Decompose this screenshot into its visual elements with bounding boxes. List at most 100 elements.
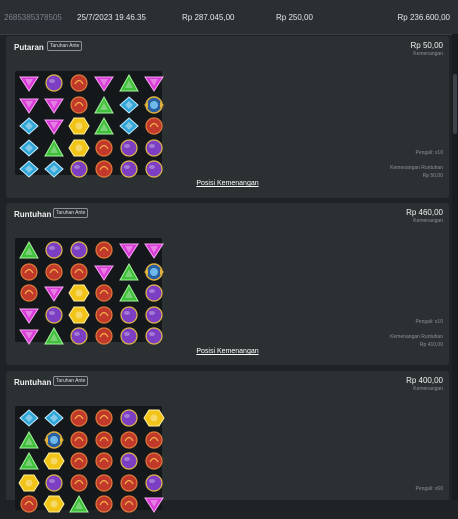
purple-gem-icon — [142, 305, 166, 325]
red-gem-icon — [67, 262, 91, 282]
panel-title: Runtuhan — [14, 210, 52, 219]
ante-bet-badge: Taruhan Ante — [53, 208, 89, 218]
blue-gem-icon — [117, 116, 141, 136]
magenta-gem-icon — [42, 95, 66, 115]
panel-win-label: Kemenangan — [413, 386, 443, 392]
purple-gem-icon — [117, 451, 141, 471]
purple-gem-icon — [117, 326, 141, 346]
red-gem-icon — [92, 138, 116, 158]
panel-win-amount: Rp 400,00 — [406, 376, 443, 385]
blue-gem-icon — [17, 159, 41, 179]
purple-gem-icon — [117, 408, 141, 428]
green-gem-icon — [17, 430, 41, 450]
red-gem-icon — [92, 451, 116, 471]
magenta-gem-icon — [142, 73, 166, 93]
yellow-gem-icon — [67, 116, 91, 136]
multiplier-text: Pengali: x10 — [415, 319, 443, 325]
green-gem-icon — [117, 283, 141, 303]
green-gem-icon — [42, 138, 66, 158]
blue-gem-icon — [42, 408, 66, 428]
transaction-id: 2685385378505 — [4, 13, 62, 22]
red-gem-icon — [67, 73, 91, 93]
yellow-gem-icon — [67, 305, 91, 325]
red-gem-icon — [117, 430, 141, 450]
purple-gem-icon — [67, 240, 91, 260]
red-gem-icon — [17, 283, 41, 303]
red-gem-icon — [92, 494, 116, 514]
blue-gem-icon — [17, 116, 41, 136]
orb-gem-icon — [142, 95, 166, 115]
winning-positions-link[interactable]: Posisi Kemenangan — [6, 180, 449, 187]
magenta-gem-icon — [17, 95, 41, 115]
red-gem-icon — [92, 326, 116, 346]
red-gem-icon — [142, 451, 166, 471]
red-gem-icon — [17, 262, 41, 282]
red-gem-icon — [117, 473, 141, 493]
purple-gem-icon — [67, 159, 91, 179]
yellow-gem-icon — [67, 138, 91, 158]
yellow-gem-icon — [42, 451, 66, 471]
ante-bet-badge: Taruhan Ante — [47, 41, 83, 51]
panel-title: Putaran — [14, 43, 44, 52]
scrollbar[interactable] — [452, 34, 458, 500]
purple-gem-icon — [142, 283, 166, 303]
cascade-win-value: Rp 50,00 — [422, 173, 443, 179]
blue-gem-icon — [117, 95, 141, 115]
purple-gem-icon — [142, 138, 166, 158]
red-gem-icon — [67, 95, 91, 115]
winning-positions-link[interactable]: Posisi Kemenangan — [6, 348, 449, 355]
purple-gem-icon — [67, 326, 91, 346]
orb-gem-icon — [142, 262, 166, 282]
green-gem-icon — [117, 73, 141, 93]
symbol-grid — [15, 406, 165, 513]
red-gem-icon — [142, 116, 166, 136]
multiplier-text: Pengali: x10 — [415, 150, 443, 156]
green-gem-icon — [92, 95, 116, 115]
round-datetime: 25/7/2023 19.46.35 — [77, 13, 146, 22]
purple-gem-icon — [42, 473, 66, 493]
red-gem-icon — [92, 240, 116, 260]
spin-panel: Putaran Taruhan Ante Rp 50,00 Kemenangan… — [6, 36, 449, 198]
magenta-gem-icon — [42, 116, 66, 136]
magenta-gem-icon — [17, 73, 41, 93]
magenta-gem-icon — [142, 240, 166, 260]
magenta-gem-icon — [17, 305, 41, 325]
win-amount: Rp 250,00 — [276, 13, 313, 22]
symbol-grid — [15, 238, 164, 345]
purple-gem-icon — [42, 240, 66, 260]
panel-title: Runtuhan — [14, 378, 52, 387]
magenta-gem-icon — [117, 240, 141, 260]
yellow-gem-icon — [42, 494, 66, 514]
cascade-panel: Runtuhan Taruhan Ante Rp 460,00 Kemenang… — [6, 203, 449, 365]
symbol-grid — [15, 71, 164, 178]
blue-gem-icon — [17, 408, 41, 428]
red-gem-icon — [17, 494, 41, 514]
purple-gem-icon — [142, 159, 166, 179]
purple-gem-icon — [142, 326, 166, 346]
purple-gem-icon — [42, 73, 66, 93]
scrollbar-thumb[interactable] — [453, 74, 457, 134]
yellow-gem-icon — [17, 473, 41, 493]
purple-gem-icon — [42, 305, 66, 325]
green-gem-icon — [17, 240, 41, 260]
red-gem-icon — [67, 408, 91, 428]
green-gem-icon — [117, 262, 141, 282]
red-gem-icon — [92, 283, 116, 303]
red-gem-icon — [117, 494, 141, 514]
purple-gem-icon — [142, 473, 166, 493]
magenta-gem-icon — [42, 283, 66, 303]
yellow-gem-icon — [67, 283, 91, 303]
red-gem-icon — [67, 473, 91, 493]
blue-gem-icon — [42, 159, 66, 179]
panel-win-amount: Rp 460,00 — [406, 208, 443, 217]
red-gem-icon — [67, 451, 91, 471]
cascade-panel: Runtuhan Taruhan Ante Rp 400,00 Kemenang… — [6, 371, 449, 513]
magenta-gem-icon — [92, 262, 116, 282]
red-gem-icon — [42, 262, 66, 282]
panel-win-label: Kemenangan — [413, 218, 443, 224]
balance-amount: Rp 236.600,00 — [397, 13, 451, 22]
green-gem-icon — [92, 116, 116, 136]
magenta-gem-icon — [17, 326, 41, 346]
cascade-win-label: Kemenangan Runtuhan — [390, 165, 443, 171]
magenta-gem-icon — [142, 494, 166, 514]
